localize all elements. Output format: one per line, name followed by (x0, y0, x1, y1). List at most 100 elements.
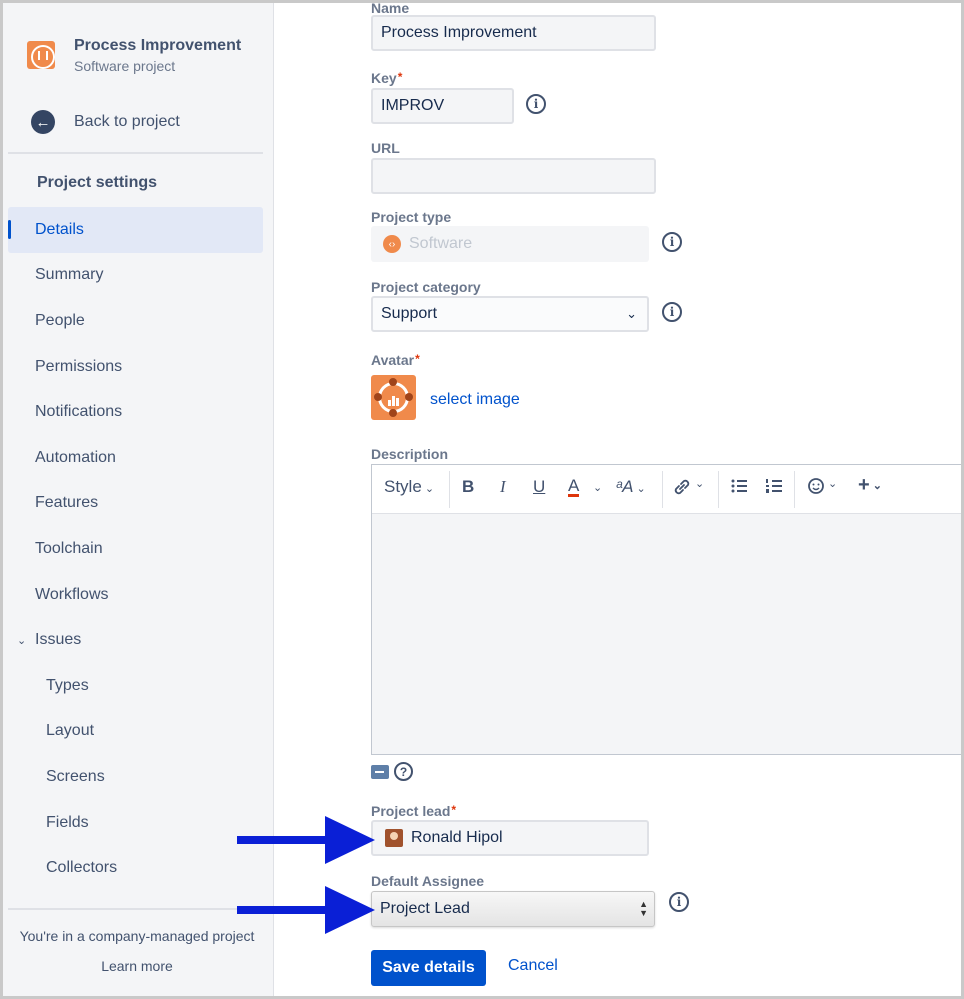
project-type-field: ‹› Software (371, 226, 649, 262)
sidebar-item-notifications[interactable]: Notifications (8, 389, 263, 435)
description-editor: Style ⌄ B I U A ⌄ ᵃA ⌄ ⌄ ⌄ + ⌄ (371, 464, 964, 755)
chevron-down-icon: ⌄ (626, 306, 637, 321)
help-icon[interactable]: ? (394, 762, 413, 781)
project-settings-heading: Project settings (37, 174, 158, 191)
key-label-text: Key (371, 70, 397, 86)
numbered-list-icon (766, 479, 782, 493)
project-avatar-icon (27, 41, 55, 69)
required-mark: * (397, 70, 403, 84)
underline-button[interactable]: U (533, 477, 545, 497)
insert-button[interactable]: + ⌄ (858, 474, 882, 497)
link-icon (674, 479, 690, 495)
emoji-icon (808, 478, 824, 494)
sidebar-item-workflows[interactable]: Workflows (8, 572, 263, 618)
sidebar-item-fields[interactable]: Fields (8, 800, 263, 846)
chevron-down-icon: ⌄ (869, 480, 882, 493)
sidebar-item-layout[interactable]: Layout (8, 709, 263, 755)
project-type-label: Project type (371, 209, 452, 225)
project-lead-label-text: Project lead (371, 803, 451, 819)
italic-button[interactable]: I (500, 477, 506, 497)
select-image-link[interactable]: select image (430, 391, 520, 409)
project-category-info-icon[interactable]: i (662, 302, 682, 322)
sidebar-item-people[interactable]: People (8, 298, 263, 344)
arrow-left-icon: ← (31, 110, 55, 134)
project-title: Process Improvement (74, 37, 242, 54)
chevron-down-icon: ⌄ (17, 634, 27, 647)
avatar-label: Avatar* (371, 352, 420, 368)
sidebar-item-features[interactable]: Features (8, 481, 263, 527)
link-button[interactable]: ⌄ (672, 477, 704, 502)
sidebar-item-issues-label: Issues (35, 631, 82, 649)
editor-footer: ? (371, 762, 413, 781)
default-assignee-value: Project Lead (380, 900, 470, 917)
chevron-down-icon: ⌄ (633, 483, 646, 495)
project-lead-picker[interactable]: Ronald Hipol (371, 820, 649, 856)
sidebar-item-issues[interactable]: ⌄ Issues (8, 617, 263, 663)
bold-button[interactable]: B (462, 477, 474, 497)
project-category-value: Support (381, 305, 438, 322)
learn-more-link[interactable]: Learn more (3, 958, 271, 974)
style-dropdown[interactable]: Style ⌄ (384, 477, 434, 497)
default-assignee-select[interactable]: Project Lead ▲ ▼ (371, 891, 655, 927)
sidebar-item-screens[interactable]: Screens (8, 754, 263, 800)
default-assignee-info-icon[interactable]: i (669, 892, 689, 912)
avatar-label-text: Avatar (371, 352, 415, 368)
more-formatting-label: ᵃA (616, 477, 634, 496)
text-color-button[interactable]: A (568, 477, 580, 497)
key-info-icon[interactable]: i (526, 94, 546, 114)
default-assignee-label: Default Assignee (371, 873, 485, 889)
numbered-list-button[interactable] (765, 477, 783, 500)
url-input[interactable] (371, 158, 656, 194)
plus-icon: + (858, 474, 870, 496)
bullet-list-button[interactable] (730, 477, 748, 500)
project-type-value: Software (409, 235, 473, 252)
toolbar-separator (449, 471, 450, 508)
sidebar-item-collectors[interactable]: Collectors (8, 845, 263, 891)
project-subtitle: Software project (74, 58, 176, 74)
updown-arrows-icon: ▲ ▼ (639, 899, 648, 918)
description-label: Description (371, 446, 449, 462)
project-avatar-image (371, 375, 416, 420)
project-header: Process Improvement Software project (27, 35, 241, 74)
project-category-label: Project category (371, 279, 481, 295)
sidebar-item-automation[interactable]: Automation (8, 435, 263, 481)
annotation-arrow-icon (237, 886, 375, 934)
url-label: URL (371, 140, 400, 156)
project-lead-value: Ronald Hipol (411, 829, 503, 846)
style-label: Style (384, 477, 422, 496)
name-label: Name (371, 0, 410, 16)
name-input[interactable]: Process Improvement (371, 15, 656, 51)
required-mark: * (451, 803, 457, 817)
required-mark: * (415, 352, 420, 366)
company-managed-note: You're in a company-managed project (19, 928, 255, 944)
emoji-button[interactable]: ⌄ (807, 477, 837, 500)
settings-nav: Details Summary People Permissions Notif… (8, 207, 263, 891)
sidebar-item-toolchain[interactable]: Toolchain (8, 526, 263, 572)
toolbar-separator (662, 471, 663, 508)
sidebar-divider (8, 152, 263, 154)
key-input[interactable]: IMPROV (371, 88, 514, 124)
sidebar-footer-divider (8, 908, 263, 910)
sidebar-item-permissions[interactable]: Permissions (8, 344, 263, 390)
toolbar-separator (718, 471, 719, 508)
cancel-button[interactable]: Cancel (508, 957, 558, 975)
key-label: Key* (371, 70, 402, 86)
description-textarea[interactable] (372, 514, 964, 754)
chevron-down-icon[interactable]: ⌄ (593, 481, 602, 494)
sidebar-item-details[interactable]: Details (8, 207, 263, 253)
save-details-button[interactable]: Save details (371, 950, 486, 986)
project-sidebar: Process Improvement Software project ← B… (3, 3, 274, 996)
back-to-project-label: Back to project (74, 113, 180, 130)
project-category-select[interactable]: Support ⌄ (371, 296, 649, 332)
sidebar-item-types[interactable]: Types (8, 663, 263, 709)
back-to-project-link[interactable]: ← Back to project (31, 110, 180, 134)
chevron-down-icon: ⌄ (421, 483, 435, 495)
editor-toolbar: Style ⌄ B I U A ⌄ ᵃA ⌄ ⌄ ⌄ + ⌄ (372, 465, 964, 514)
annotation-arrow-icon (237, 816, 375, 864)
sidebar-item-summary[interactable]: Summary (8, 253, 263, 299)
user-avatar (385, 829, 403, 847)
attachment-icon[interactable] (371, 764, 389, 779)
project-type-info-icon[interactable]: i (662, 232, 682, 252)
more-formatting-button[interactable]: ᵃA ⌄ (616, 477, 646, 497)
software-icon: ‹› (383, 235, 401, 253)
